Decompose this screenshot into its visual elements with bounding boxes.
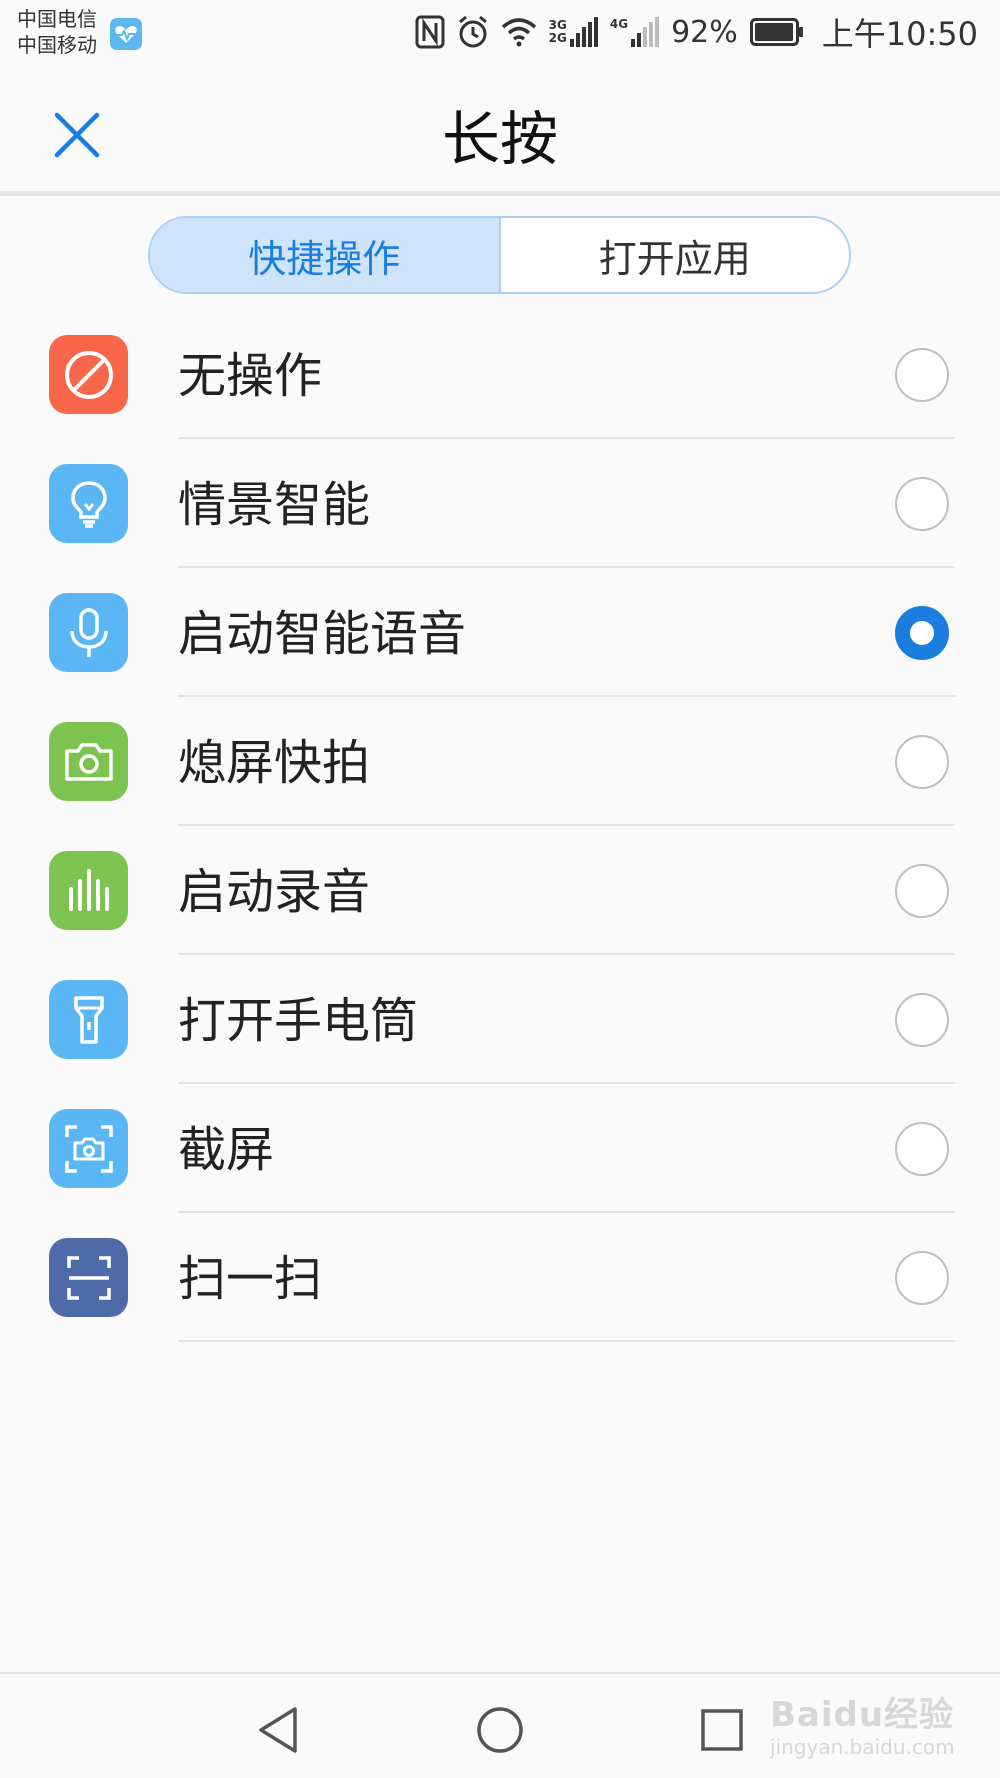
microphone-icon [49, 593, 128, 672]
radio-button[interactable] [895, 864, 949, 918]
network-type-2: 2G [548, 31, 567, 45]
radio-button[interactable] [895, 1122, 949, 1176]
battery-percent: 92% [671, 14, 738, 50]
recents-square-icon [701, 1709, 743, 1751]
option-start-recording[interactable]: 启动录音 [0, 826, 1000, 955]
options-list: 无操作 情景智能 启动智能语音 熄屏快拍 启动录音 打开手电筒 截屏 扫一扫 [0, 310, 1000, 1342]
screenshot-icon [49, 1109, 128, 1188]
option-screenshot[interactable]: 截屏 [0, 1084, 1000, 1213]
home-button[interactable] [472, 1702, 528, 1758]
carrier-names: 中国电信 中国移动 [17, 6, 97, 58]
option-label: 无操作 [178, 348, 323, 404]
status-icons: 3G 2G 4G 92% 上午10:50 [415, 12, 978, 53]
wifi-icon [501, 17, 537, 47]
tab-quick-actions[interactable]: 快捷操作 [150, 218, 501, 292]
back-button[interactable] [250, 1702, 306, 1758]
flashlight-icon [49, 980, 128, 1059]
clock: 上午10:50 [821, 15, 978, 53]
option-scan[interactable]: 扫一扫 [0, 1213, 1000, 1342]
back-triangle-icon [259, 1707, 297, 1753]
page-title: 长按 [441, 105, 558, 173]
option-label: 启动智能语音 [178, 606, 467, 662]
option-label: 启动录音 [178, 864, 371, 920]
option-label: 扫一扫 [178, 1251, 323, 1307]
divider [178, 1340, 955, 1342]
alarm-icon [457, 15, 489, 49]
radio-button[interactable] [895, 477, 949, 531]
nfc-icon [415, 15, 445, 49]
option-screen-off-snapshot[interactable]: 熄屏快拍 [0, 697, 1000, 826]
scan-icon [49, 1238, 128, 1317]
audio-bars-icon [49, 851, 128, 930]
option-no-action[interactable]: 无操作 [0, 310, 1000, 439]
recents-button[interactable] [694, 1702, 750, 1758]
tab-open-app[interactable]: 打开应用 [500, 218, 849, 292]
lightbulb-icon [49, 464, 128, 543]
camera-icon [49, 722, 128, 801]
radio-button[interactable] [895, 348, 949, 402]
option-label: 截屏 [178, 1122, 275, 1178]
home-circle-icon [477, 1707, 523, 1753]
option-label: 打开手电筒 [178, 993, 419, 1049]
watermark-url: jingyan.baidu.com [770, 1735, 955, 1759]
option-flashlight[interactable]: 打开手电筒 [0, 955, 1000, 1084]
no-action-icon [49, 335, 128, 414]
health-app-icon [110, 18, 142, 50]
option-scene-intelligence[interactable]: 情景智能 [0, 439, 1000, 568]
baidu-watermark: Baidu经验 jingyan.baidu.com [770, 1675, 1000, 1775]
watermark-brand: Baidu经验 [770, 1695, 955, 1735]
radio-button[interactable] [895, 993, 949, 1047]
option-label: 情景智能 [178, 477, 371, 533]
carrier-2: 中国移动 [17, 33, 97, 57]
option-label: 熄屏快拍 [178, 735, 371, 791]
mode-tabs: 快捷操作 打开应用 [148, 216, 851, 294]
network-type-3: 4G [609, 17, 629, 31]
battery-icon [749, 18, 804, 46]
status-bar: 中国电信 中国移动 3G 2G 4G 92% 上午10:50 [0, 0, 1000, 62]
signal-sim2-icon: 4G [609, 17, 660, 47]
carrier-1: 中国电信 [17, 7, 97, 31]
radio-button-selected[interactable] [895, 606, 949, 660]
radio-button[interactable] [895, 735, 949, 789]
signal-sim1-icon: 3G 2G [549, 17, 598, 47]
radio-button[interactable] [895, 1251, 949, 1305]
option-voice-assistant[interactable]: 启动智能语音 [0, 568, 1000, 697]
title-bar: 长按 [0, 62, 1000, 196]
